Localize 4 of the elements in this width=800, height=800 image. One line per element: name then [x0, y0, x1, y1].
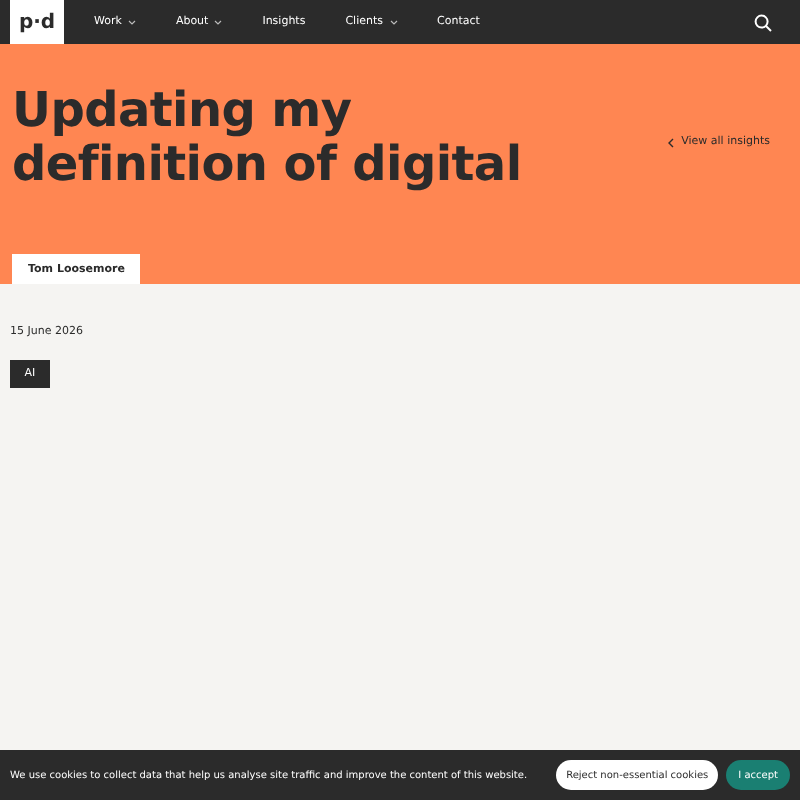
chevron-left-icon [667, 137, 674, 147]
logo[interactable]: p·d [10, 0, 64, 44]
article-title: Updating my definition of digital [12, 84, 524, 192]
search-icon[interactable] [754, 13, 772, 31]
